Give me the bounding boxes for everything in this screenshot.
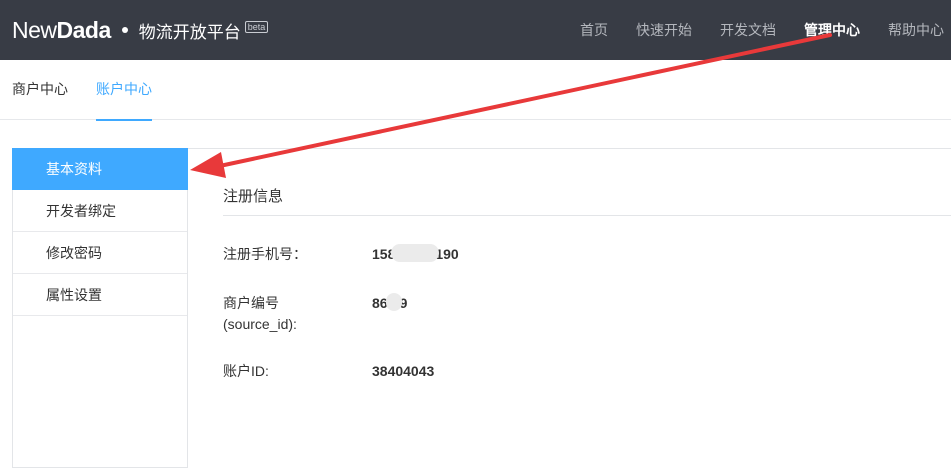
nav-quick-start[interactable]: 快速开始 — [622, 0, 706, 60]
nav-dev-docs[interactable]: 开发文档 — [706, 0, 790, 60]
tab-merchant-center[interactable]: 商户中心 — [12, 60, 68, 120]
redaction-blur — [385, 293, 402, 312]
section-divider — [223, 215, 951, 216]
merchant-id-value: 86 9 — [372, 293, 407, 314]
nav-management-center[interactable]: 管理中心 — [790, 0, 874, 60]
registration-info-panel: 注册信息 注册手机号： 158 190 商户编号 (source_id): 86 9… — [188, 148, 951, 468]
sidebar-item-developer-binding[interactable]: 开发者绑定 — [13, 190, 187, 232]
phone-label: 注册手机号： — [223, 246, 307, 262]
sidebar-item-change-password[interactable]: 修改密码 — [13, 232, 187, 274]
account-id-label: 账户ID: — [223, 363, 269, 379]
newdada-logo: NewDada — [12, 16, 111, 43]
redaction-blur — [391, 244, 440, 263]
merchant-id-label-line2: (source_id): — [223, 316, 297, 332]
tab-account-center[interactable]: 账户中心 — [96, 60, 152, 121]
section-title: 注册信息 — [223, 188, 284, 205]
merchant-id-label-line1: 商户编号 — [223, 295, 279, 311]
sidebar-item-property-settings[interactable]: 属性设置 — [13, 274, 187, 316]
sidebar: 基本资料 开发者绑定 修改密码 属性设置 — [12, 148, 188, 468]
sidebar-item-basic-info[interactable]: 基本资料 — [12, 148, 188, 190]
platform-name: 物流开放平台 — [138, 22, 241, 42]
account-id-value: 38404043 — [372, 363, 435, 379]
brand-separator-dot — [121, 27, 128, 33]
main-nav: 首页 快速开始 开发文档 管理中心 帮助中心 — [566, 0, 951, 60]
merchant-id-label: 商户编号 (source_id): — [223, 293, 297, 335]
phone-value: 158 190 — [372, 244, 459, 265]
brand[interactable]: NewDada 物流开放平台 beta — [12, 16, 269, 44]
sub-tabs: 商户中心 账户中心 — [0, 60, 951, 121]
nav-home[interactable]: 首页 — [566, 0, 622, 60]
nav-help-center[interactable]: 帮助中心 — [874, 0, 951, 60]
beta-badge: beta — [244, 21, 269, 33]
top-navigation-bar: NewDada 物流开放平台 beta 首页 快速开始 开发文档 管理中心 帮助… — [0, 0, 951, 60]
